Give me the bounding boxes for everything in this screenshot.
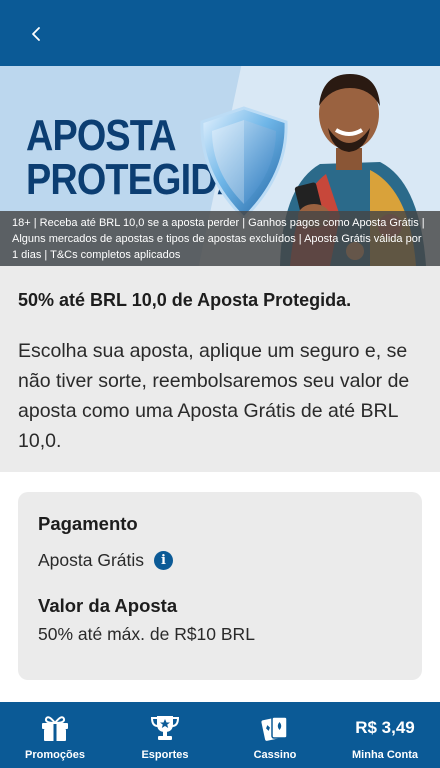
disclaimer-text: 18+ | Receba até BRL 10,0 se a aposta pe… — [0, 211, 440, 266]
nav-label-promotions: Promoções — [25, 749, 85, 761]
nav-item-account[interactable]: R$ 3,49 Minha Conta — [330, 702, 440, 768]
offer-title: 50% até BRL 10,0 de Aposta Protegida. — [18, 290, 352, 310]
payment-value: Aposta Grátis — [38, 550, 145, 570]
offer-card: 50% até BRL 10,0 de Aposta Protegida. Es… — [0, 266, 440, 472]
cards-icon — [261, 716, 288, 741]
nav-item-promotions[interactable]: Promoções — [0, 702, 110, 768]
top-bar — [0, 0, 440, 66]
trophy-icon — [150, 716, 180, 740]
nav-item-casino[interactable]: Cassino — [220, 702, 330, 768]
stake-value: 50% até máx. de R$10 BRL — [38, 624, 255, 644]
promo-banner: APOSTA PROTEGIDA 18+ | Receba até BRL 10… — [0, 66, 440, 266]
stake-label: Valor da Aposta — [38, 595, 178, 616]
bottom-nav: Promoções Esportes Cassino R$ 3,49 Minha… — [0, 702, 440, 768]
back-button[interactable] — [22, 20, 50, 48]
gift-icon — [42, 716, 68, 741]
stake-block: Valor da Aposta 50% até máx. de R$10 BRL — [38, 594, 402, 646]
account-balance: R$ 3,49 — [355, 718, 415, 737]
nav-label-sports: Esportes — [141, 749, 189, 761]
payment-row: Aposta Grátis i — [38, 548, 402, 572]
payment-label: Pagamento — [38, 513, 138, 534]
nav-label-casino: Cassino — [253, 749, 297, 761]
offer-description: Escolha sua aposta, aplique um seguro e,… — [18, 340, 410, 452]
details-card: Pagamento Aposta Grátis i Valor da Apost… — [18, 492, 422, 680]
info-icon[interactable]: i — [154, 550, 174, 570]
chevron-left-icon — [32, 27, 40, 41]
nav-label-account: Minha Conta — [352, 749, 418, 761]
nav-item-sports[interactable]: Esportes — [110, 702, 220, 768]
